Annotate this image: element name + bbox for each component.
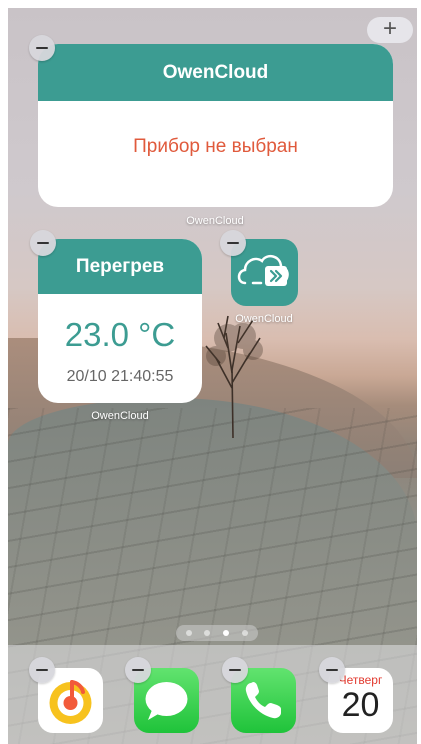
remove-music-app-button[interactable] (29, 657, 55, 683)
page-indicator[interactable] (176, 625, 258, 641)
remove-widget-small-button[interactable] (30, 230, 56, 256)
widget-small-title: Перегрев (38, 239, 202, 294)
remove-widget-large-button[interactable] (29, 35, 55, 61)
add-widget-button[interactable]: + (367, 17, 413, 43)
temperature-value: 23.0 °C (64, 316, 176, 353)
page-dot (204, 630, 210, 636)
owencloud-widget-large[interactable]: OwenCloud Прибор не выбран (38, 44, 393, 207)
owencloud-widget-small[interactable]: Перегрев 23.0 °C 20/10 21:40:55 (38, 239, 202, 403)
page-dot-active (223, 630, 229, 636)
remove-calendar-app-button[interactable] (319, 657, 345, 683)
wallpaper-tree (205, 315, 263, 438)
no-device-message: Прибор не выбран (133, 136, 298, 157)
widget-large-caption: OwenCloud (186, 215, 244, 227)
app-label: OwenCloud (235, 313, 293, 325)
widget-large-title: OwenCloud (38, 44, 393, 101)
remove-phone-app-button[interactable] (222, 657, 248, 683)
remove-messages-app-button[interactable] (125, 657, 151, 683)
timestamp: 20/10 21:40:55 (66, 368, 174, 385)
remove-app-button[interactable] (220, 230, 246, 256)
page-dot (186, 630, 192, 636)
page-dot (242, 630, 248, 636)
widget-small-caption: OwenCloud (91, 410, 149, 422)
calendar-date: 20 (341, 686, 380, 724)
